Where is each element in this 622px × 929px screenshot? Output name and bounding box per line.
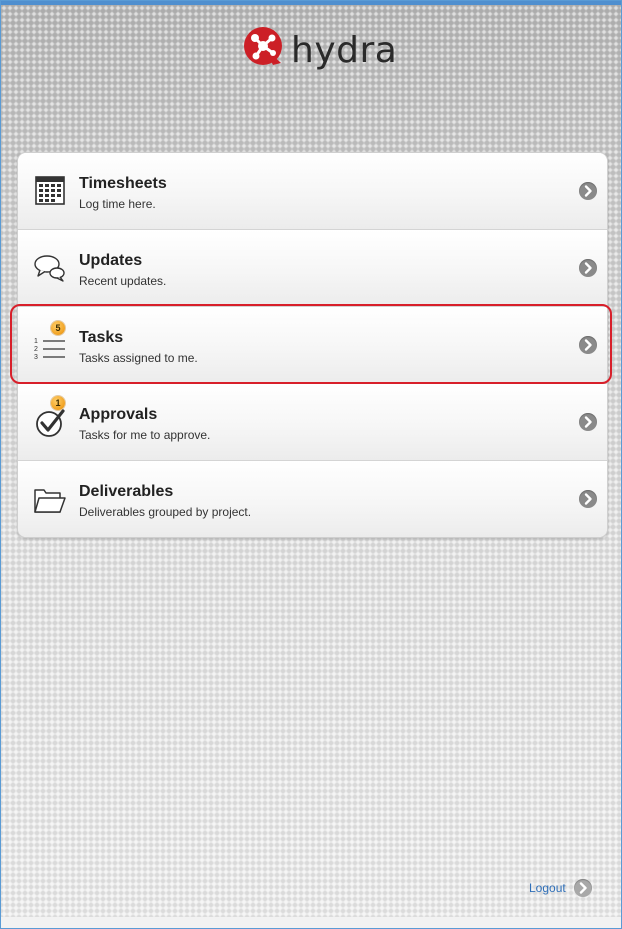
main-menu: Timesheets Log time here. Updates Recent…	[17, 152, 608, 538]
menu-item-title: Deliverables	[79, 483, 174, 500]
menu-item-title: Timesheets	[79, 175, 167, 192]
menu-item-subtitle: Recent updates.	[79, 274, 167, 288]
checkmark-circle-icon	[32, 404, 68, 440]
menu-item-tasks[interactable]: 1 2 3 5 Tasks Tasks assigned to me.	[18, 307, 607, 384]
menu-item-subtitle: Tasks for me to approve.	[79, 428, 211, 442]
app-window: hydra Timesheets Log time here. Updates …	[0, 0, 622, 929]
menu-item-updates[interactable]: Updates Recent updates.	[18, 230, 607, 307]
list-number: 1	[34, 338, 38, 345]
menu-item-subtitle: Deliverables grouped by project.	[79, 505, 252, 519]
chevron-right-icon	[579, 490, 597, 508]
bottom-strip	[1, 917, 621, 928]
chevron-right-icon	[573, 879, 592, 897]
menu-item-title: Updates	[79, 252, 143, 269]
chevron-right-icon	[579, 336, 597, 354]
menu-item-timesheets[interactable]: Timesheets Log time here.	[18, 153, 607, 230]
chevron-right-icon	[579, 259, 597, 277]
menu-item-title: Tasks	[79, 329, 124, 346]
calendar-grid-icon	[32, 173, 68, 209]
chevron-right-icon	[579, 413, 597, 431]
speech-bubbles-icon	[32, 250, 68, 286]
menu-item-subtitle: Log time here.	[79, 197, 156, 211]
logout-link[interactable]: Logout	[529, 879, 592, 897]
logout-label: Logout	[529, 881, 566, 895]
list-number: 2	[34, 346, 38, 353]
hydra-logo-icon	[243, 25, 285, 67]
task-count-badge: 5	[51, 321, 65, 335]
approval-count-badge: 1	[51, 396, 65, 410]
folder-icon	[32, 481, 68, 517]
menu-item-deliverables[interactable]: Deliverables Deliverables grouped by pro…	[18, 461, 607, 537]
chevron-right-icon	[579, 182, 597, 200]
menu-item-title: Approvals	[79, 406, 158, 423]
menu-item-approvals[interactable]: 1 Approvals Tasks for me to approve.	[18, 384, 607, 461]
list-number: 3	[34, 354, 38, 361]
brand-name: hydra	[291, 30, 398, 71]
menu-item-subtitle: Tasks assigned to me.	[79, 351, 198, 365]
brand-logo: hydra	[243, 21, 397, 71]
